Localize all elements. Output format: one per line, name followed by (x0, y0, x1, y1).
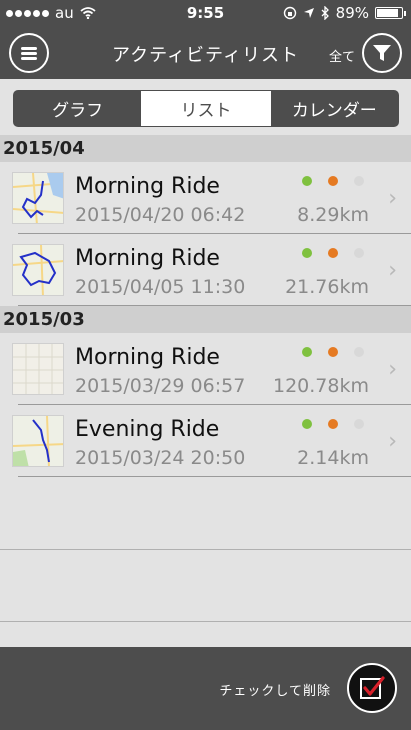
row-divider (0, 549, 411, 550)
activity-date: 2015/04/05 11:30 (75, 276, 246, 298)
location-arrow-icon (303, 8, 314, 18)
sync-status-indicators (302, 419, 364, 429)
activity-date: 2015/03/24 20:50 (75, 447, 246, 469)
activity-distance: 21.76km (285, 276, 369, 298)
activity-title: Morning Ride (75, 345, 220, 370)
delete-label: チェックして削除 (219, 684, 331, 699)
chevron-right-icon: › (388, 357, 397, 382)
sync-status-indicators (302, 176, 364, 186)
status-dot-orange (328, 419, 338, 429)
checkbox-checked-icon (360, 676, 385, 699)
status-dot-gray (354, 347, 364, 357)
status-bar: au 9:55 89% (0, 0, 411, 27)
list-item[interactable]: Evening Ride 2015/03/24 20:50 2.14km › (0, 405, 411, 477)
status-dot-green (302, 176, 312, 186)
filter-label[interactable]: 全て (329, 46, 355, 65)
activity-list: 2015/04 Morning Ride 2015/04/20 06:42 8.… (0, 135, 411, 477)
route-map-thumbnail (12, 415, 64, 467)
status-dot-orange (328, 248, 338, 258)
route-map-thumbnail (12, 343, 64, 395)
status-dot-orange (328, 347, 338, 357)
tab-calendar[interactable]: カレンダー (269, 91, 398, 126)
activity-distance: 8.29km (297, 204, 369, 226)
status-dot-green (302, 347, 312, 357)
status-dot-gray (354, 419, 364, 429)
activity-distance: 2.14km (297, 447, 369, 469)
chevron-right-icon: › (388, 186, 397, 211)
funnel-icon (373, 45, 391, 61)
list-item[interactable]: Morning Ride 2015/04/05 11:30 21.76km › (0, 234, 411, 306)
activity-title: Morning Ride (75, 246, 220, 271)
route-map-thumbnail (12, 172, 64, 224)
tab-list[interactable]: リスト (141, 91, 270, 126)
activity-distance: 120.78km (273, 375, 369, 397)
status-dot-gray (354, 248, 364, 258)
section-header: 2015/04 (0, 135, 411, 162)
battery-icon (375, 7, 406, 19)
activity-date: 2015/03/29 06:57 (75, 375, 246, 397)
activity-title: Evening Ride (75, 417, 220, 442)
sync-status-indicators (302, 347, 364, 357)
tab-graph[interactable]: グラフ (14, 91, 142, 126)
status-dot-green (302, 248, 312, 258)
status-dot-orange (328, 176, 338, 186)
list-item[interactable]: Morning Ride 2015/04/20 06:42 8.29km › (0, 162, 411, 234)
navigation-bar: アクティビティリスト 全て (0, 27, 411, 79)
sync-status-indicators (302, 248, 364, 258)
row-divider (0, 621, 411, 622)
battery-percent: 89% (335, 4, 369, 22)
status-dot-green (302, 419, 312, 429)
activity-date: 2015/04/20 06:42 (75, 204, 246, 226)
section-header: 2015/03 (0, 306, 411, 333)
route-map-thumbnail (12, 244, 64, 296)
filter-button[interactable] (362, 33, 402, 73)
bottom-toolbar: チェックして削除 (0, 647, 411, 730)
check-delete-button[interactable] (347, 663, 397, 713)
orientation-lock-icon (283, 6, 296, 20)
bluetooth-icon (321, 6, 329, 20)
status-dot-gray (354, 176, 364, 186)
list-item[interactable]: Morning Ride 2015/03/29 06:57 120.78km › (0, 333, 411, 405)
view-segmented-control: グラフ リスト カレンダー (13, 90, 399, 127)
activity-title: Morning Ride (75, 174, 220, 199)
chevron-right-icon: › (388, 429, 397, 454)
chevron-right-icon: › (388, 258, 397, 283)
